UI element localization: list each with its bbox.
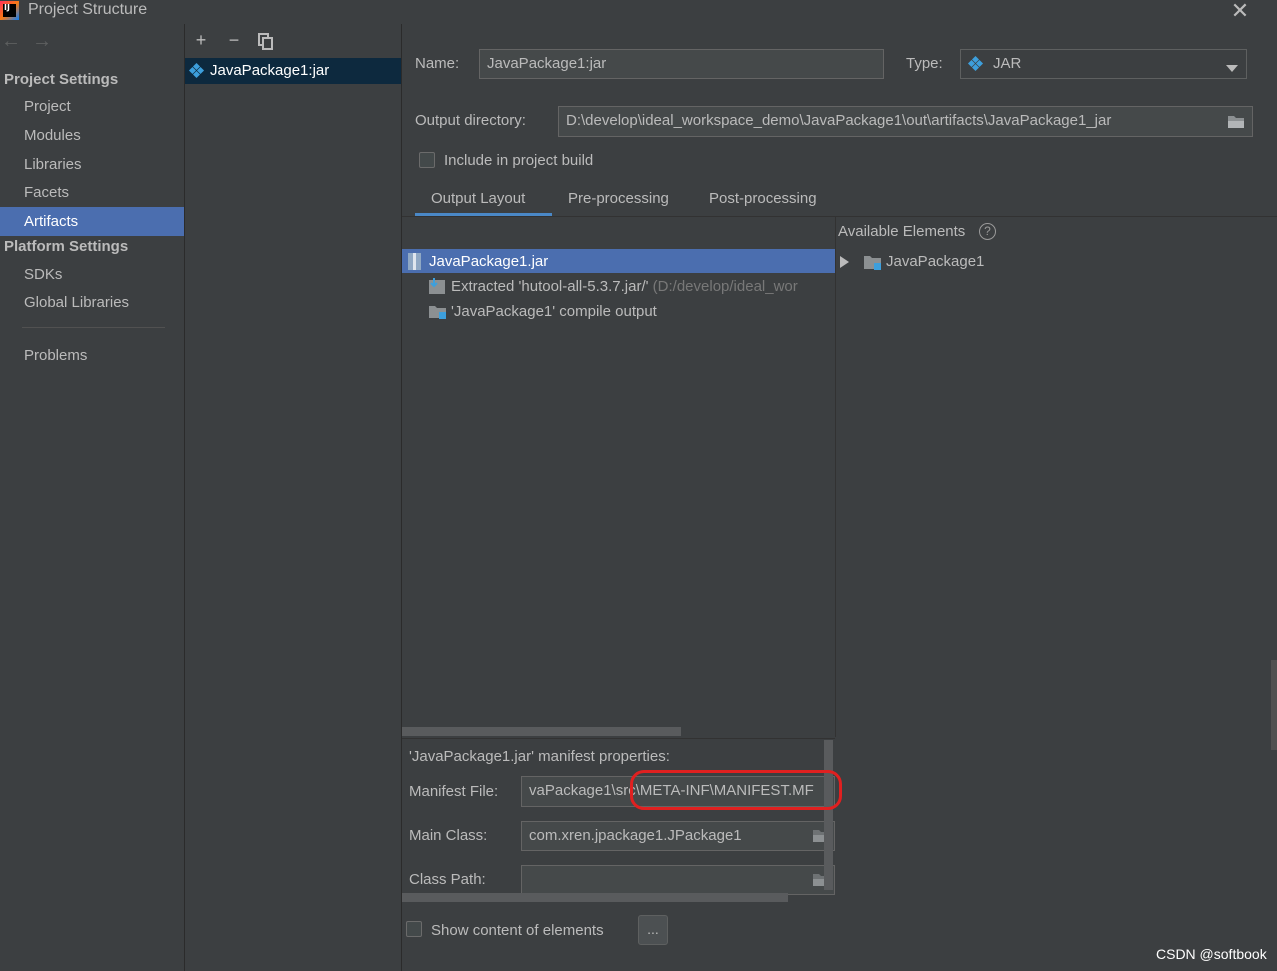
tab-post-processing[interactable]: Post-processing [709, 190, 817, 207]
sidebar-item-project[interactable]: Project [0, 93, 184, 120]
main-class-field[interactable]: com.xren.jpackage1.JPackage1 [521, 821, 835, 851]
back-arrow-icon[interactable]: ← [1, 30, 21, 53]
sidebar-item-artifacts[interactable]: Artifacts [0, 207, 184, 236]
output-layout-tree [402, 217, 835, 737]
include-build-label: Include in project build [444, 152, 594, 169]
output-directory-label: Output directory: [415, 112, 526, 129]
intellij-logo-icon: IJ [0, 1, 19, 20]
tree-item-compile-output[interactable]: 'JavaPackage1' compile output [451, 303, 657, 320]
tree-root-label: JavaPackage1.jar [429, 253, 549, 270]
sidebar-item-libraries[interactable]: Libraries [0, 151, 184, 178]
module-folder-icon [864, 254, 883, 275]
sidebar-divider [22, 327, 165, 328]
chevron-down-icon[interactable] [1226, 60, 1238, 77]
sidebar-item-problems[interactable]: Problems [0, 342, 184, 369]
type-label: Type: [906, 55, 943, 72]
type-select[interactable]: JAR [960, 49, 1247, 79]
forward-arrow-icon[interactable]: → [32, 30, 52, 53]
tab-pre-processing[interactable]: Pre-processing [568, 190, 669, 207]
artifacts-list-panel [185, 24, 402, 971]
extracted-archive-icon [429, 278, 448, 299]
name-label: Name: [415, 55, 460, 72]
main-class-label: Main Class: [409, 827, 488, 844]
window-title: Project Structure [28, 1, 148, 18]
include-build-checkbox[interactable] [419, 152, 435, 168]
sidebar-item-modules[interactable]: Modules [0, 122, 184, 149]
folder-icon[interactable] [1227, 114, 1245, 133]
jar-artifact-icon [188, 62, 205, 79]
manifest-file-label: Manifest File: [409, 783, 499, 800]
class-path-field[interactable] [521, 865, 835, 895]
module-output-icon [429, 304, 448, 324]
horizontal-scrollbar[interactable] [402, 727, 681, 736]
jar-archive-icon [408, 253, 421, 274]
tree-item-extracted-label: Extracted 'hutool-all-5.3.7.jar/' [451, 278, 649, 295]
platform-settings-header: Platform Settings [4, 238, 129, 255]
window-edge-scrollbar[interactable] [1271, 660, 1277, 750]
sidebar-item-sdks[interactable]: SDKs [0, 261, 184, 288]
remove-icon[interactable]: − [225, 30, 243, 51]
artifact-label: JavaPackage1:jar [210, 62, 330, 79]
name-field[interactable]: JavaPackage1:jar [479, 49, 884, 79]
manifest-title: 'JavaPackage1.jar' manifest properties: [409, 748, 670, 765]
watermark: CSDN @softbook [1156, 946, 1267, 962]
red-highlight-annotation [630, 770, 842, 810]
available-element-item[interactable]: JavaPackage1 [886, 253, 984, 270]
jar-type-icon [967, 55, 984, 72]
expand-arrow-icon[interactable] [840, 255, 849, 272]
show-content-checkbox[interactable] [406, 921, 422, 937]
sidebar-item-facets[interactable]: Facets [0, 179, 184, 206]
vertical-scrollbar[interactable] [824, 740, 833, 890]
close-icon[interactable]: ✕ [1228, 0, 1252, 22]
sidebar-item-global-libraries[interactable]: Global Libraries [0, 289, 184, 316]
show-content-label: Show content of elements [431, 922, 604, 939]
tab-output-layout[interactable]: Output Layout [431, 190, 525, 207]
available-elements-label: Available Elements [838, 223, 966, 240]
tree-item-extracted[interactable]: Extracted 'hutool-all-5.3.7.jar/' (D:/de… [451, 278, 835, 295]
help-icon[interactable]: ? [979, 223, 996, 240]
manifest-horizontal-scrollbar[interactable] [402, 893, 788, 902]
title-bar [0, 0, 1277, 24]
add-icon[interactable]: + [192, 30, 210, 51]
project-settings-header: Project Settings [4, 71, 119, 88]
class-path-label: Class Path: [409, 871, 486, 888]
tree-item-extracted-detail: (D:/develop/ideal_wor [652, 278, 798, 295]
output-directory-field[interactable]: D:\develop\ideal_workspace_demo\JavaPack… [558, 106, 1253, 137]
copy-icon[interactable] [258, 33, 273, 50]
more-options-button[interactable]: ... [638, 915, 668, 945]
list-item-artifact[interactable]: JavaPackage1:jar [185, 58, 401, 84]
layout-splitter[interactable] [835, 217, 836, 737]
